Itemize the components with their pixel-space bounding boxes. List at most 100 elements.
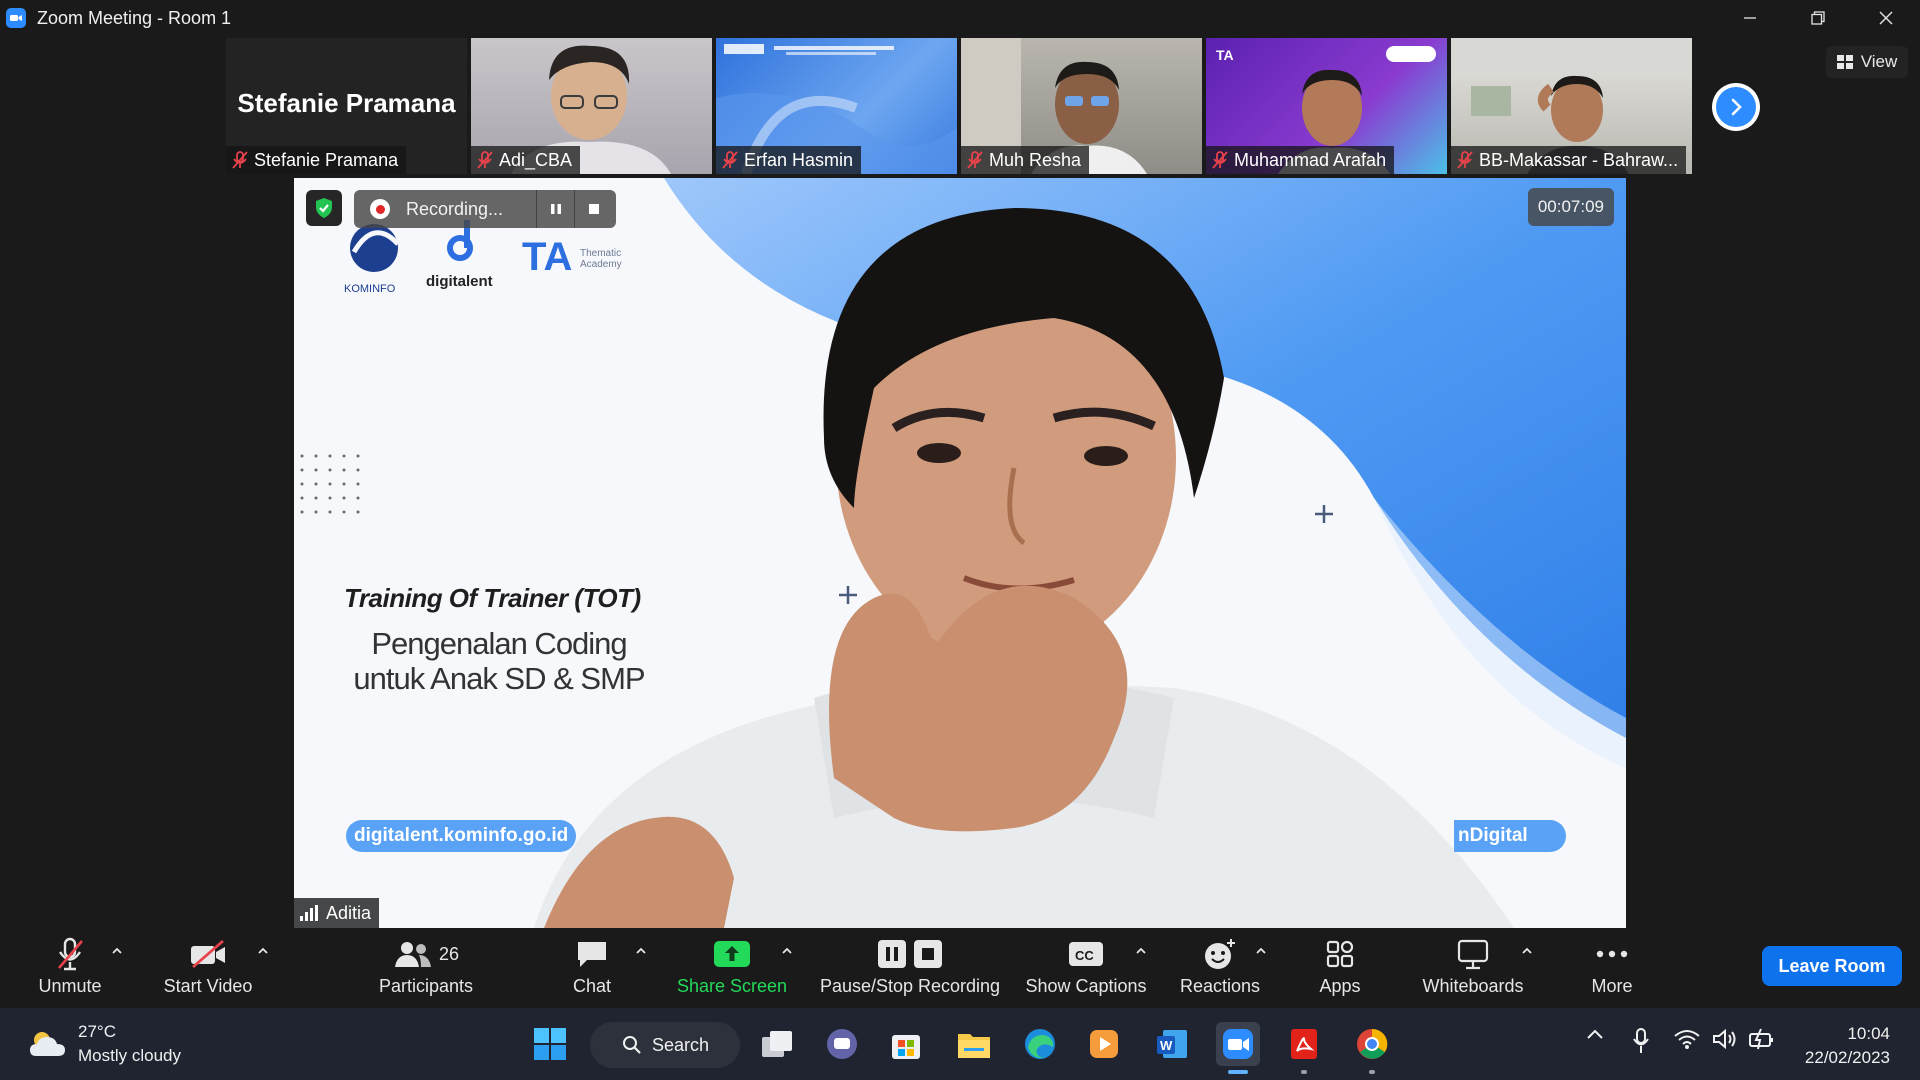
chat-button[interactable]: Chat bbox=[560, 928, 624, 1008]
video-off-icon bbox=[191, 939, 225, 969]
zoom-taskbar-button[interactable] bbox=[1216, 1022, 1260, 1074]
recording-label: Recording... bbox=[406, 198, 504, 219]
security-shield-icon[interactable] bbox=[306, 190, 342, 226]
participants-icon bbox=[394, 942, 431, 967]
svg-text:CC: CC bbox=[1075, 948, 1094, 963]
unmute-button[interactable]: Unmute bbox=[28, 928, 112, 1008]
leave-room-button[interactable]: Leave Room bbox=[1762, 946, 1902, 986]
system-clock[interactable]: 10:04 22/02/2023 bbox=[1805, 1022, 1890, 1070]
svg-text:digitalent: digitalent bbox=[426, 273, 493, 290]
mic-muted-icon bbox=[967, 151, 983, 169]
svg-text:W: W bbox=[1160, 1038, 1173, 1053]
media-player-button[interactable] bbox=[1082, 1022, 1126, 1066]
participant-name: Stefanie Pramana bbox=[254, 149, 399, 170]
participant-label: Muhammad Arafah bbox=[1206, 146, 1395, 174]
participant-tile[interactable]: BB-Makassar - Bahraw... bbox=[1451, 38, 1692, 174]
battery-charging-icon bbox=[1749, 1028, 1773, 1050]
chrome-icon bbox=[1357, 1028, 1388, 1059]
svg-text:TA: TA bbox=[522, 235, 572, 279]
smiley-plus-icon bbox=[1205, 939, 1235, 969]
cloud-icon bbox=[30, 1032, 65, 1056]
show-captions-button[interactable]: CC Show Captions bbox=[1022, 928, 1150, 1008]
participant-tile[interactable]: Erfan Hasmin bbox=[716, 38, 957, 174]
microsoft-store-button[interactable] bbox=[884, 1022, 928, 1066]
share-screen-button[interactable]: Share Screen bbox=[676, 928, 788, 1008]
teams-chat-button[interactable] bbox=[820, 1022, 864, 1066]
task-view-button[interactable] bbox=[756, 1022, 800, 1066]
chat-icon bbox=[578, 942, 606, 967]
pause-recording-button[interactable] bbox=[536, 190, 574, 228]
slide-subtitle-line2: untuk Anak SD & SMP bbox=[353, 661, 645, 696]
pause-icon bbox=[878, 940, 906, 968]
whiteboards-options-caret-icon[interactable] bbox=[1520, 944, 1534, 958]
whiteboards-button[interactable]: Whiteboards bbox=[1416, 928, 1530, 1008]
start-button[interactable] bbox=[528, 1022, 572, 1066]
reactions-options-caret-icon[interactable] bbox=[1254, 944, 1268, 958]
weather-widget[interactable]: 27°C Mostly cloudy bbox=[28, 1020, 181, 1068]
apps-button[interactable]: Apps bbox=[1310, 928, 1370, 1008]
apps-label: Apps bbox=[1319, 976, 1361, 996]
participant-tile[interactable]: Muh Resha bbox=[961, 38, 1202, 174]
taskbar-search[interactable]: Search bbox=[590, 1022, 740, 1068]
share-options-caret-icon[interactable] bbox=[780, 944, 794, 958]
task-view-icon bbox=[762, 1031, 792, 1057]
close-button[interactable] bbox=[1852, 0, 1920, 36]
wifi-tray-icon[interactable] bbox=[1674, 1028, 1700, 1050]
file-explorer-button[interactable] bbox=[952, 1022, 996, 1066]
participant-label: Adi_CBA bbox=[471, 146, 581, 174]
restore-button[interactable] bbox=[1784, 0, 1852, 36]
search-icon bbox=[623, 1036, 641, 1054]
pause-stop-recording-button[interactable]: Pause/Stop Recording bbox=[816, 928, 1004, 1008]
acrobat-button[interactable] bbox=[1282, 1022, 1326, 1074]
stop-icon bbox=[914, 940, 942, 968]
participant-tile[interactable]: Stefanie Pramana Stefanie Pramana bbox=[226, 38, 467, 174]
slide-url: digitalent.kominfo.go.id bbox=[346, 820, 577, 852]
play-icon bbox=[1090, 1030, 1118, 1058]
stop-recording-button[interactable] bbox=[574, 190, 612, 228]
show-hidden-icons-button[interactable] bbox=[1586, 1028, 1604, 1040]
reactions-button[interactable]: Reactions bbox=[1176, 928, 1264, 1008]
participant-name: Adi_CBA bbox=[499, 149, 573, 170]
share-screen-label: Share Screen bbox=[676, 976, 788, 996]
pause-stop-recording-label: Pause/Stop Recording bbox=[819, 976, 1001, 996]
minimize-button[interactable] bbox=[1716, 0, 1784, 36]
share-screen-icon bbox=[714, 941, 750, 967]
edge-browser-button[interactable] bbox=[1018, 1022, 1062, 1066]
speaker-icon bbox=[1713, 1028, 1736, 1050]
slide-tag: nDigital bbox=[1454, 820, 1566, 852]
participant-tile[interactable]: TA Muhammad Arafah bbox=[1206, 38, 1447, 174]
volume-tray-icon[interactable] bbox=[1712, 1028, 1738, 1050]
whiteboards-label: Whiteboards bbox=[1422, 976, 1524, 996]
active-speaker-video[interactable]: KOMINFO digitalent TA Thematic Academy R… bbox=[294, 178, 1626, 928]
more-button[interactable]: More bbox=[1582, 928, 1642, 1008]
speaker-name-tag: Aditia bbox=[294, 898, 380, 928]
start-video-label: Start Video bbox=[163, 976, 253, 996]
more-label: More bbox=[1591, 976, 1633, 996]
participant-big-name: Stefanie Pramana bbox=[237, 88, 456, 118]
video-options-caret-icon[interactable] bbox=[256, 944, 270, 958]
mic-muted-icon bbox=[722, 151, 738, 169]
next-page-button[interactable] bbox=[1712, 83, 1760, 131]
slide-subtitle-line1: Pengenalan Coding bbox=[371, 626, 627, 661]
store-icon bbox=[892, 1035, 920, 1059]
participant-tile[interactable]: Adi_CBA bbox=[471, 38, 712, 174]
participant-name: Muh Resha bbox=[989, 149, 1082, 170]
participants-button[interactable]: 26 Participants bbox=[370, 928, 482, 1008]
start-video-button[interactable]: Start Video bbox=[158, 928, 258, 1008]
battery-tray-icon[interactable] bbox=[1748, 1028, 1774, 1050]
microphone-tray-icon[interactable] bbox=[1632, 1028, 1650, 1054]
chat-bubble-icon bbox=[827, 1029, 857, 1059]
chat-options-caret-icon[interactable] bbox=[634, 944, 648, 958]
participant-label: BB-Makassar - Bahraw... bbox=[1451, 146, 1687, 174]
mic-muted-icon bbox=[58, 937, 83, 971]
captions-options-caret-icon[interactable] bbox=[1134, 944, 1148, 958]
participants-label: Participants bbox=[378, 976, 474, 996]
view-label: View bbox=[1860, 52, 1898, 71]
word-button[interactable]: W bbox=[1150, 1022, 1194, 1066]
zoom-icon bbox=[1223, 1029, 1253, 1059]
audio-options-caret-icon[interactable] bbox=[110, 944, 124, 958]
search-label: Search bbox=[652, 1034, 710, 1055]
view-button[interactable]: View bbox=[1826, 46, 1908, 78]
wifi-icon bbox=[1674, 1030, 1700, 1049]
chrome-button[interactable] bbox=[1350, 1022, 1394, 1074]
